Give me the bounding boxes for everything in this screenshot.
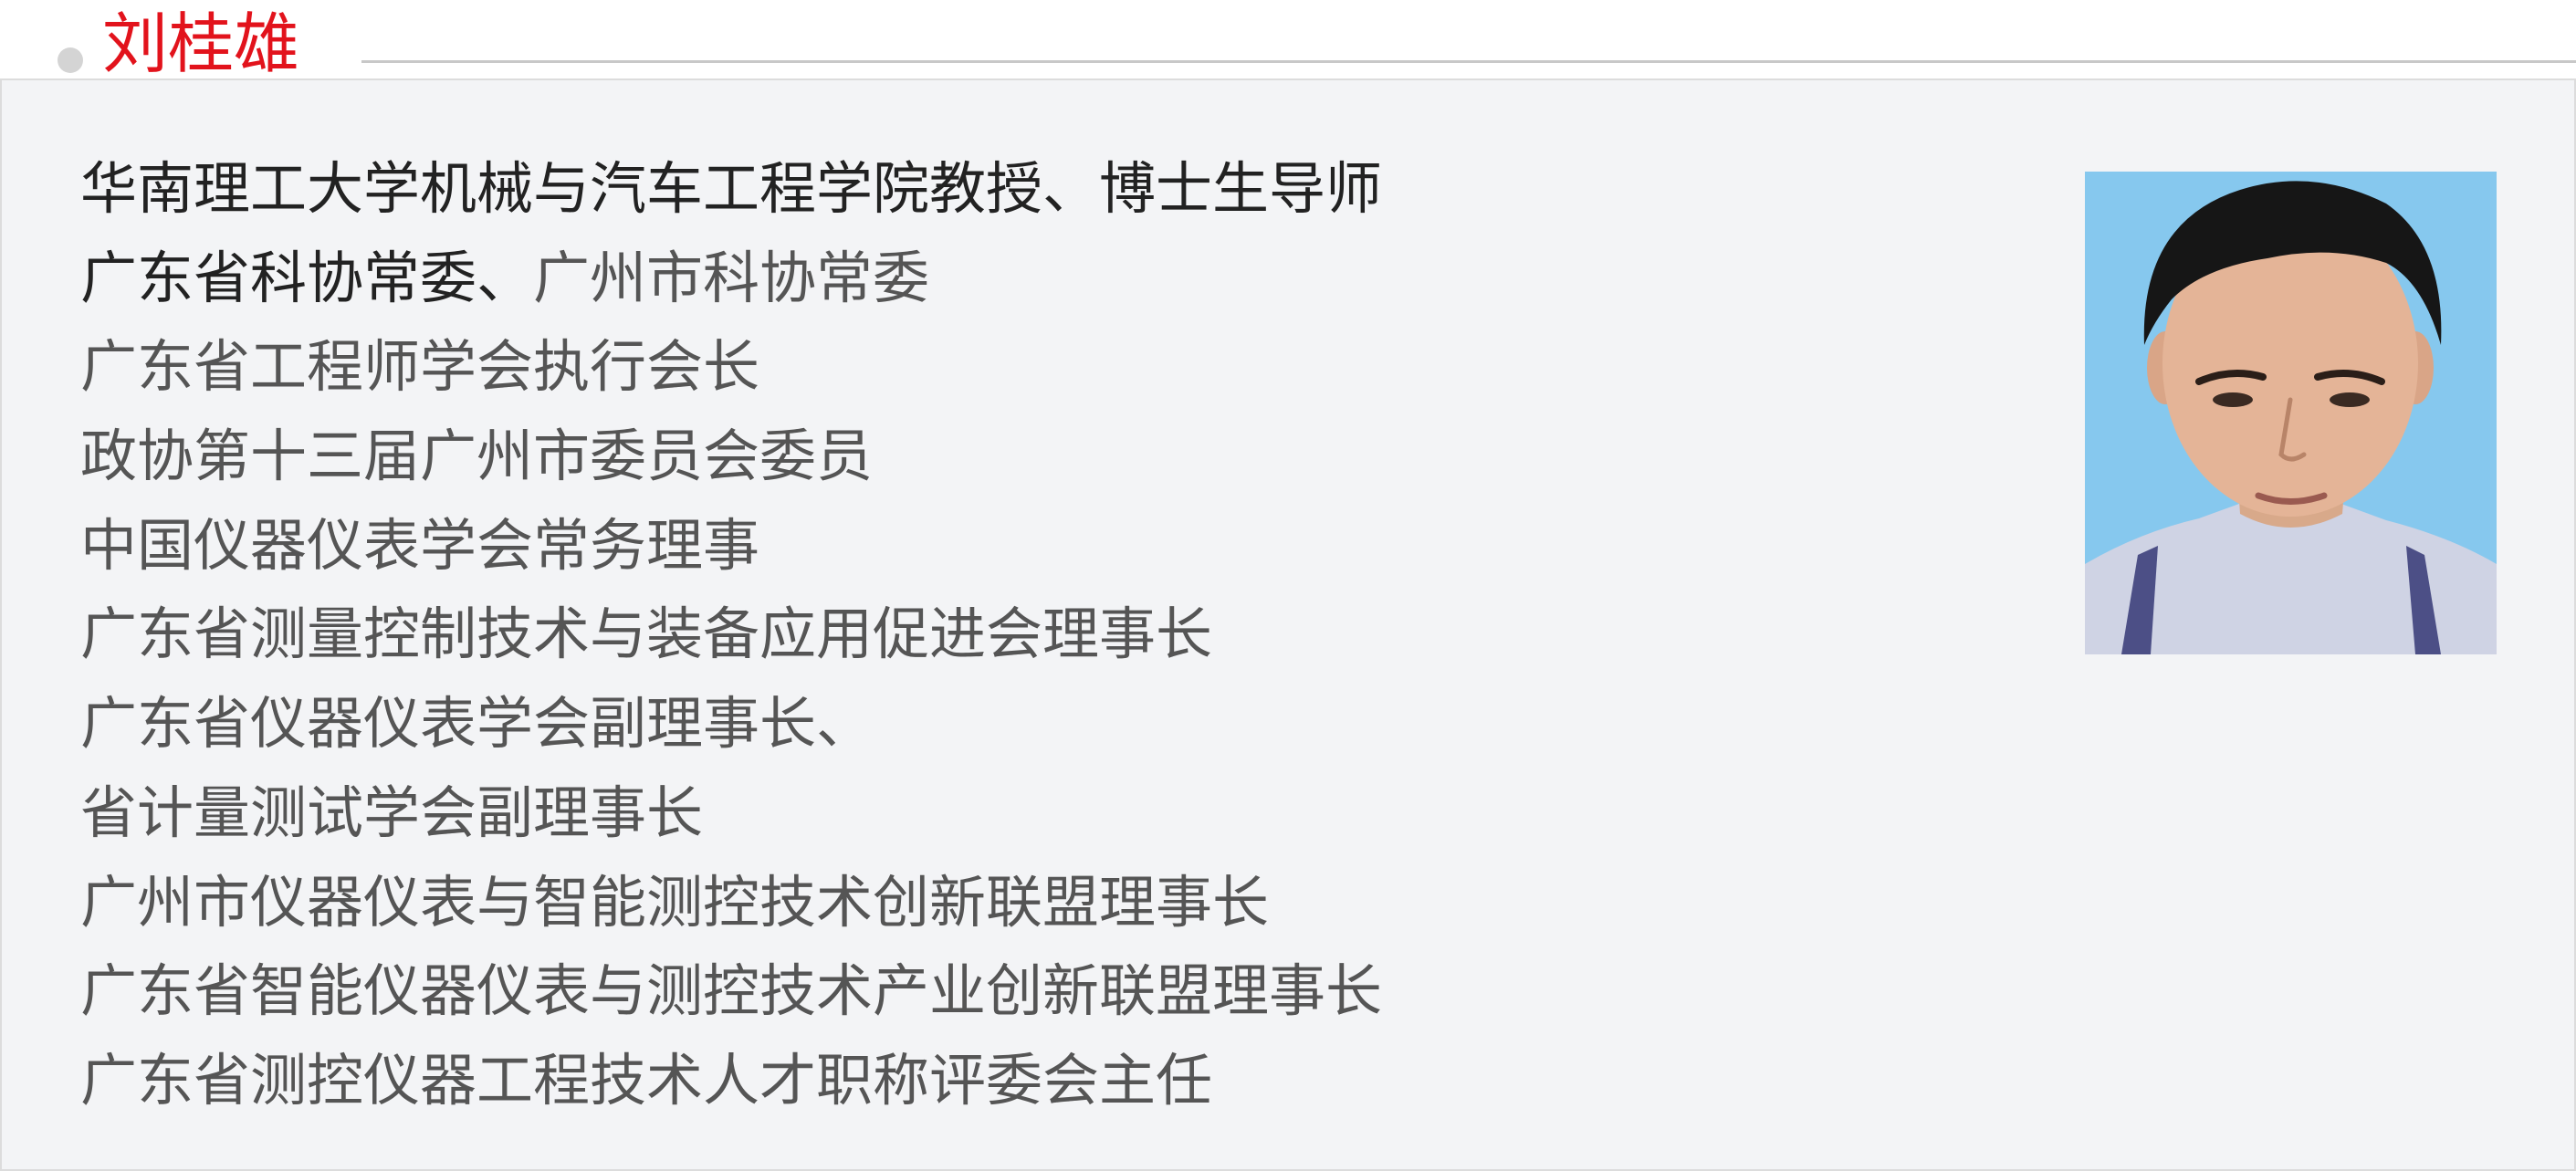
role-item: 中国仪器仪表学会常务理事	[80, 511, 760, 579]
role-item: 广东省测量控制技术与装备应用促进会理事长	[80, 601, 1213, 668]
role-item: 政协第十三届广州市委员会委员	[80, 423, 874, 490]
person-name: 刘桂雄	[102, 5, 300, 82]
role-item: 广东省仪器仪表学会副理事长、	[80, 690, 874, 758]
bullet-dot-icon	[58, 47, 83, 73]
role-item-part: 广州市科协常委	[533, 244, 930, 311]
role-item: 广东省工程师学会执行会长	[80, 333, 760, 401]
profile-card: 华南理工大学机械与汽车工程学院教授、博士生导师 广东省科协常委、广州市科协常委 …	[0, 78, 2576, 1171]
role-item: 省计量测试学会副理事长	[80, 779, 704, 846]
role-item: 广东省智能仪器仪表与测控技术产业创新联盟理事长	[80, 957, 1383, 1025]
role-item: 广州市仪器仪表与智能测控技术创新联盟理事长	[80, 868, 1270, 936]
portrait-illustration	[2085, 172, 2497, 654]
header-divider	[361, 60, 2576, 63]
role-item: 广东省科协常委、广州市科协常委	[80, 234, 1382, 323]
role-item: 华南理工大学机械与汽车工程学院教授、博士生导师	[80, 155, 1383, 222]
role-item-part: 广东省科协常委、	[80, 244, 534, 311]
portrait-photo	[2085, 172, 2497, 654]
role-item: 广东省测控仪器工程技术人才职称评委会主任	[80, 1046, 1213, 1113]
profile-page: 刘桂雄 华南理工大学机械与汽车工程学院教授、博士生导师 广东省科协常委、广州市科…	[0, 0, 2576, 1171]
role-list: 华南理工大学机械与汽车工程学院教授、博士生导师 广东省科协常委、广州市科协常委 …	[80, 144, 1382, 1125]
profile-header: 刘桂雄	[0, 0, 2576, 82]
